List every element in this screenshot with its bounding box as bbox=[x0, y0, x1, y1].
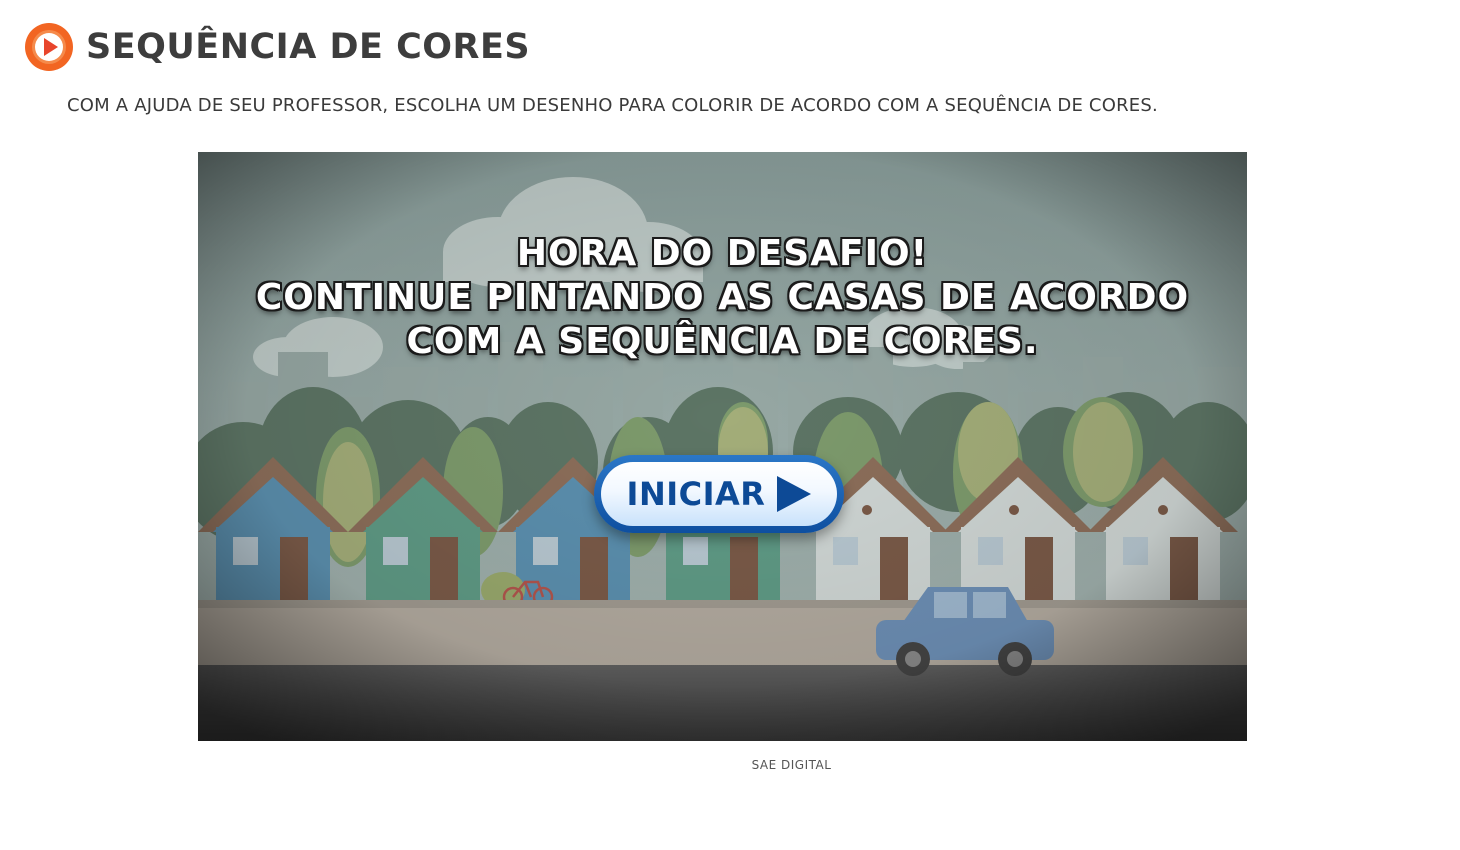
challenge-line-1: HORA DO DESAFIO! bbox=[516, 233, 929, 274]
play-arrow-icon bbox=[777, 476, 812, 512]
page-header: SEQUÊNCIA DE CORES bbox=[24, 22, 530, 72]
page-title: SEQUÊNCIA DE CORES bbox=[86, 27, 531, 67]
image-credit: SAE DIGITAL bbox=[751, 758, 832, 772]
challenge-line-2: CONTINUE PINTANDO AS CASAS DE ACORDO bbox=[255, 277, 1190, 318]
start-button-face[interactable]: INICIAR bbox=[601, 462, 837, 526]
start-button-label: INICIAR bbox=[626, 475, 766, 513]
challenge-text: HORA DO DESAFIO! CONTINUE PINTANDO AS CA… bbox=[198, 232, 1247, 364]
game-frame[interactable]: HORA DO DESAFIO! CONTINUE PINTANDO AS CA… bbox=[198, 152, 1247, 741]
challenge-line-3: COM A SEQUÊNCIA DE CORES. bbox=[406, 321, 1039, 362]
start-button[interactable]: INICIAR bbox=[594, 455, 844, 533]
instructions-text: COM A AJUDA DE SEU PROFESSOR, ESCOLHA UM… bbox=[67, 95, 1158, 116]
play-circle-icon bbox=[25, 23, 73, 71]
